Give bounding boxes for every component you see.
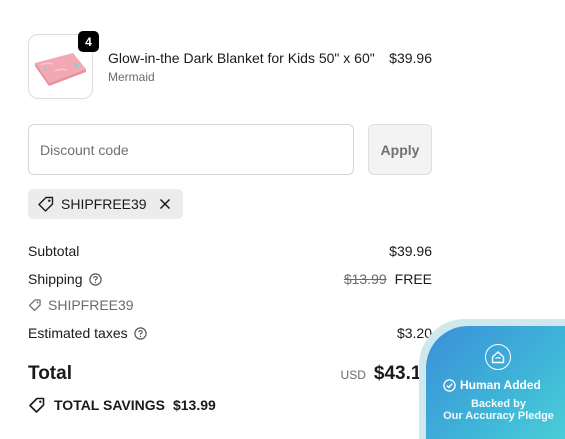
applied-discount-chip: SHIPFREE39 <box>28 189 183 219</box>
help-icon[interactable] <box>133 326 147 340</box>
total-label: Total <box>28 363 72 384</box>
check-circle-icon <box>443 378 456 392</box>
quantity-badge: 4 <box>78 31 99 52</box>
product-variant: Mermaid <box>108 70 155 84</box>
cart-line-item: 4 Glow-in-the Dark Blanket for Kids 50" … <box>28 31 432 100</box>
shipping-label: Shipping <box>28 271 83 287</box>
pledge-line-1: Backed by <box>470 398 527 410</box>
shipping-discount-code: SHIPFREE39 <box>28 297 134 313</box>
total-savings: TOTAL SAVINGS $13.99 <box>28 396 216 414</box>
pledge-line-2: Our Accuracy Pledge <box>443 410 554 422</box>
tag-icon <box>28 299 41 312</box>
subtotal-value: $39.96 <box>389 243 432 259</box>
product-thumbnail: 4 <box>28 31 99 99</box>
savings-value: $13.99 <box>172 397 216 413</box>
product-price: $39.96 <box>389 50 432 66</box>
shipping-value: FREE <box>394 271 432 287</box>
tag-icon <box>29 397 45 413</box>
total-currency: USD <box>340 368 366 382</box>
pledge-title-row: Human Added <box>443 378 541 392</box>
pledge-title: Human Added <box>460 378 541 392</box>
shipping-original-price: $13.99 <box>343 271 387 287</box>
total-amount: $43.16 <box>373 363 432 384</box>
help-icon[interactable] <box>88 272 102 286</box>
discount-code-input[interactable] <box>28 124 354 175</box>
apply-discount-button[interactable]: Apply <box>368 124 432 175</box>
blanket-image <box>35 53 86 86</box>
taxes-value: $3.20 <box>396 325 432 341</box>
remove-discount-button[interactable] <box>157 196 173 212</box>
home-shield-icon <box>485 344 511 370</box>
total-value-group: USD $43.16 <box>341 363 432 385</box>
savings-label: TOTAL SAVINGS <box>54 397 165 413</box>
shipping-code-label: SHIPFREE39 <box>48 297 134 313</box>
product-title: Glow-in-the Dark Blanket for Kids 50" x … <box>108 50 375 66</box>
subtotal-label: Subtotal <box>28 243 80 259</box>
tag-icon <box>38 196 54 212</box>
taxes-label: Estimated taxes <box>28 325 128 341</box>
accuracy-pledge-badge[interactable]: Human Added Backed by Our Accuracy Pledg… <box>426 326 565 439</box>
applied-discount-code: SHIPFREE39 <box>61 196 147 212</box>
close-icon <box>159 198 170 210</box>
